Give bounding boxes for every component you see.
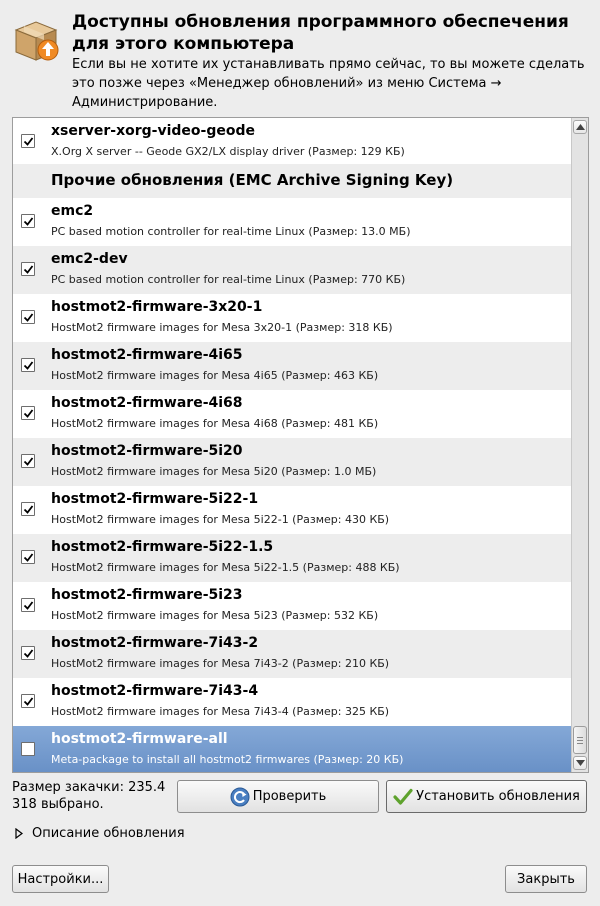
update-description: HostMot2 firmware images for Mesa 5i23 (… <box>51 609 379 622</box>
update-description: HostMot2 firmware images for Mesa 3x20-1… <box>51 321 393 334</box>
update-description: HostMot2 firmware images for Mesa 5i22-1… <box>51 561 400 574</box>
update-group-header: Прочие обновления (EMC Archive Signing K… <box>13 164 571 198</box>
update-name: hostmot2-firmware-7i43-2 <box>51 635 259 651</box>
update-name: emc2-dev <box>51 251 128 267</box>
settings-button[interactable]: Настройки... <box>12 865 109 893</box>
update-description: HostMot2 firmware images for Mesa 5i22-1… <box>51 513 390 526</box>
update-row-hostmot2-firmware-4i65[interactable]: hostmot2-firmware-4i65 HostMot2 firmware… <box>13 342 571 390</box>
update-checkbox[interactable] <box>21 358 35 372</box>
update-row-hostmot2-firmware-5i22-1.5[interactable]: hostmot2-firmware-5i22-1.5 HostMot2 firm… <box>13 534 571 582</box>
update-group-title: Прочие обновления (EMC Archive Signing K… <box>51 171 454 189</box>
check-button[interactable]: Проверить <box>177 780 379 813</box>
update-description: HostMot2 firmware images for Mesa 4i65 (… <box>51 369 379 382</box>
update-row-hostmot2-firmware-all[interactable]: hostmot2-firmware-all Meta-package to in… <box>13 726 571 772</box>
update-row-xserver-xorg-video-geode[interactable]: xserver-xorg-video-geode X.Org X server … <box>13 118 571 164</box>
list-scrollbar[interactable] <box>571 118 588 772</box>
check-button-label: Проверить <box>252 789 327 804</box>
update-name: hostmot2-firmware-5i20 <box>51 443 243 459</box>
update-checkbox[interactable] <box>21 502 35 516</box>
update-description: PC based motion controller for real-time… <box>51 273 406 286</box>
update-description: HostMot2 firmware images for Mesa 5i20 (… <box>51 465 377 478</box>
update-description: HostMot2 firmware images for Mesa 7i43-2… <box>51 657 390 670</box>
update-row-hostmot2-firmware-7i43-4[interactable]: hostmot2-firmware-7i43-4 HostMot2 firmwa… <box>13 678 571 726</box>
update-checkbox[interactable] <box>21 310 35 324</box>
update-checkbox[interactable] <box>21 646 35 660</box>
update-row-emc2[interactable]: emc2 PC based motion controller for real… <box>13 198 571 246</box>
update-checkbox[interactable] <box>21 454 35 468</box>
scroll-down-button[interactable] <box>573 756 587 770</box>
update-description: PC based motion controller for real-time… <box>51 225 411 238</box>
update-row-hostmot2-firmware-3x20-1[interactable]: hostmot2-firmware-3x20-1 HostMot2 firmwa… <box>13 294 571 342</box>
install-updates-button[interactable]: Установить обновления <box>386 780 587 813</box>
update-checkbox[interactable] <box>21 694 35 708</box>
update-row-hostmot2-firmware-7i43-2[interactable]: hostmot2-firmware-7i43-2 HostMot2 firmwa… <box>13 630 571 678</box>
update-checkbox[interactable] <box>21 550 35 564</box>
arrow-up-icon <box>576 124 585 130</box>
download-size-label: Размер закачки: 235.4 318 выбрано. <box>12 780 166 812</box>
settings-button-label: Настройки... <box>17 871 104 887</box>
update-name: xserver-xorg-video-geode <box>51 123 256 139</box>
update-row-hostmot2-firmware-5i20[interactable]: hostmot2-firmware-5i20 HostMot2 firmware… <box>13 438 571 486</box>
update-checkbox[interactable] <box>21 598 35 612</box>
update-description: Meta-package to install all hostmot2 fir… <box>51 753 404 766</box>
update-checkbox[interactable] <box>21 262 35 276</box>
update-checkbox[interactable] <box>21 214 35 228</box>
package-update-icon <box>12 16 60 64</box>
update-name: hostmot2-firmware-5i22-1 <box>51 491 259 507</box>
update-description: X.Org X server -- Geode GX2/LX display d… <box>51 145 405 158</box>
updates-list-rows: xserver-xorg-video-geode X.Org X server … <box>13 118 571 772</box>
scroll-up-button[interactable] <box>573 120 587 134</box>
update-name: hostmot2-firmware-5i23 <box>51 587 243 603</box>
update-checkbox[interactable] <box>21 742 35 756</box>
update-row-hostmot2-firmware-5i22-1[interactable]: hostmot2-firmware-5i22-1 HostMot2 firmwa… <box>13 486 571 534</box>
update-name: hostmot2-firmware-all <box>51 731 228 747</box>
update-name: hostmot2-firmware-7i43-4 <box>51 683 259 699</box>
install-button-label: Установить обновления <box>416 789 580 804</box>
update-row-hostmot2-firmware-5i23[interactable]: hostmot2-firmware-5i23 HostMot2 firmware… <box>13 582 571 630</box>
checkmark-icon <box>393 788 413 806</box>
update-description: HostMot2 firmware images for Mesa 7i43-4… <box>51 705 390 718</box>
update-row-hostmot2-firmware-4i68[interactable]: hostmot2-firmware-4i68 HostMot2 firmware… <box>13 390 571 438</box>
update-checkbox[interactable] <box>21 134 35 148</box>
arrow-down-icon <box>576 760 585 766</box>
triangle-right-icon <box>15 828 23 839</box>
update-checkbox[interactable] <box>21 406 35 420</box>
update-description-expander[interactable]: Описание обновления <box>15 826 185 841</box>
update-name: hostmot2-firmware-4i68 <box>51 395 243 411</box>
update-name: hostmot2-firmware-5i22-1.5 <box>51 539 274 555</box>
expander-label: Описание обновления <box>32 826 185 841</box>
updates-list[interactable]: xserver-xorg-video-geode X.Org X server … <box>12 117 589 773</box>
update-name: emc2 <box>51 203 94 219</box>
update-description: HostMot2 firmware images for Mesa 4i68 (… <box>51 417 379 430</box>
update-row-emc2-dev[interactable]: emc2-dev PC based motion controller for … <box>13 246 571 294</box>
dialog-description: Если вы не хотите их устанавливать прямо… <box>72 57 585 110</box>
update-name: hostmot2-firmware-3x20-1 <box>51 299 263 315</box>
dialog-title: Доступны обновления программного обеспеч… <box>72 12 569 54</box>
close-button-label: Закрыть <box>517 871 575 887</box>
scroll-thumb[interactable] <box>573 726 587 754</box>
update-name: hostmot2-firmware-4i65 <box>51 347 243 363</box>
update-manager-window: Доступны обновления программного обеспеч… <box>0 0 600 906</box>
refresh-icon <box>230 787 250 807</box>
close-button[interactable]: Закрыть <box>505 865 587 893</box>
